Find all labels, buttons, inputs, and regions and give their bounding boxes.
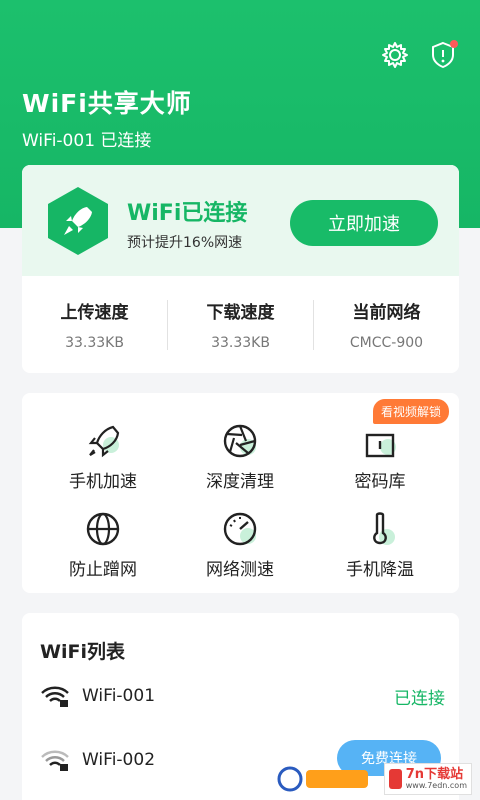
aperture-icon [223,424,257,458]
lock-box-icon [365,433,396,458]
app-title: WiFi共享大师 [22,89,192,118]
wifi-status: 已连接 [394,688,445,709]
speedometer-icon [223,512,257,546]
status-card: WiFi已连接 预计提升16%网速 立即加速 上传速度 33.33KB 下载速度… [22,165,459,373]
tool-cool-down[interactable]: 手机降温 [320,509,440,580]
wifi-list-item[interactable]: WiFi-001 已连接 [40,681,445,711]
rocket-badge-icon [48,187,108,255]
stat-network: 当前网络 CMCC-900 [314,298,459,351]
wifi-list-title: WiFi列表 [40,641,125,663]
stat-upload: 上传速度 33.33KB [22,298,167,351]
status-description: 预计提升16%网速 [127,235,243,251]
globe-icon [86,512,120,546]
status-banner: WiFi已连接 预计提升16%网速 立即加速 [22,165,459,276]
wifi-name: WiFi-001 [82,686,156,706]
shield-icon[interactable] [428,40,458,70]
tool-phone-boost[interactable]: 手机加速 [43,421,163,492]
tool-anti-leech[interactable]: 防止蹭网 [43,509,163,580]
stat-value: 33.33KB [211,335,270,351]
thermometer-icon [373,512,395,545]
tool-password-vault[interactable]: 密码库 [320,421,440,492]
wifi-lock-icon [41,750,69,771]
stat-value: 33.33KB [65,335,124,351]
tool-label: 手机降温 [346,560,414,580]
rocket-icon [88,425,120,458]
download-arrow-icon [389,769,402,789]
tools-card: 手机加速 深度清理 密码库 看视频解锁 防止蹭网 网络测速 手机降温 [22,393,459,593]
stat-download: 下载速度 33.33KB [168,298,313,351]
tool-label: 防止蹭网 [69,560,137,580]
tool-label: 密码库 [354,472,406,492]
watermark-url: www.7edn.com [405,781,467,790]
boost-button[interactable]: 立即加速 [290,200,438,246]
tool-label: 手机加速 [69,472,137,492]
settings-icon[interactable] [380,40,410,70]
tool-speed-test[interactable]: 网络测速 [180,509,300,580]
stat-label: 上传速度 [60,303,129,323]
tool-deep-clean[interactable]: 深度清理 [180,421,300,492]
tool-label: 网络测速 [206,560,274,580]
watermark: 7n下载站 www.7edn.com [276,762,472,796]
top-icons [380,40,458,70]
stat-label: 当前网络 [352,303,421,323]
connection-status: WiFi-001 已连接 [22,131,152,151]
unlock-badge: 看视频解锁 [372,399,449,424]
stat-label: 下载速度 [206,303,275,323]
watermark-badge: 7n下载站 www.7edn.com [384,763,472,795]
notification-dot [450,40,458,48]
status-title: WiFi已连接 [127,201,248,226]
stats-row: 上传速度 33.33KB 下载速度 33.33KB 当前网络 CMCC-900 [22,276,459,373]
watermark-logo-icon [276,762,376,796]
watermark-brand: 7n下载站 [405,767,464,782]
tool-label: 深度清理 [206,472,274,492]
stat-value: CMCC-900 [349,335,424,351]
wifi-lock-icon [41,686,69,707]
